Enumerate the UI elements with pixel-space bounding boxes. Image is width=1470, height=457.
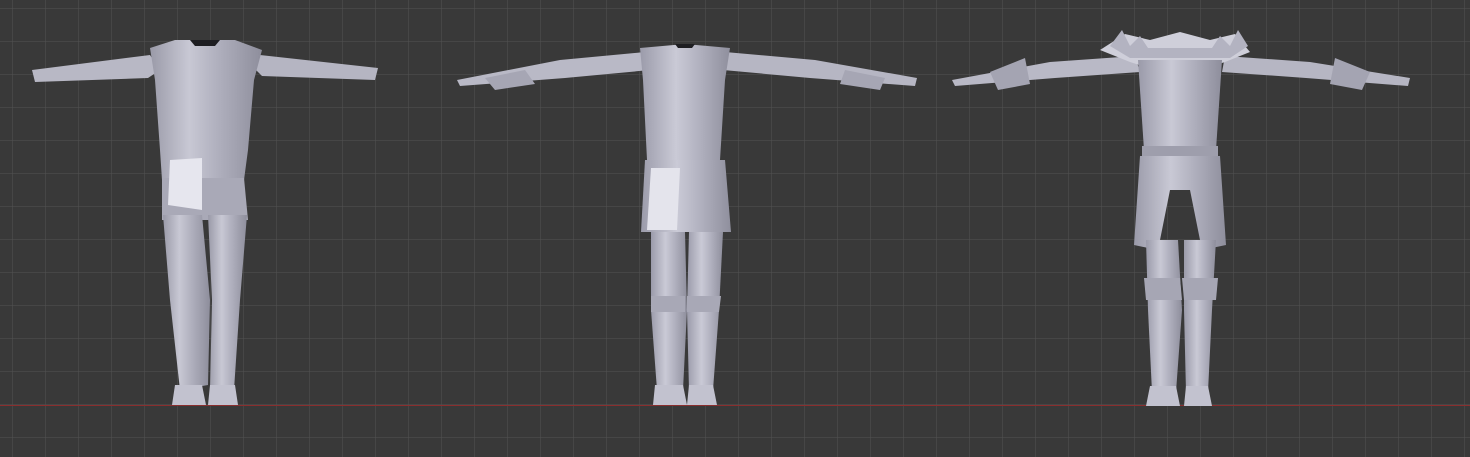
neck-opening [675, 44, 695, 48]
left-gauntlet [990, 58, 1030, 90]
torso-armor [1138, 60, 1222, 150]
left-leg [163, 215, 210, 390]
right-foot [208, 385, 238, 405]
left-arm [457, 52, 650, 86]
model-base-body[interactable] [30, 0, 380, 410]
right-foot [1184, 386, 1212, 406]
torso [640, 44, 730, 160]
model-armored-body[interactable] [950, 0, 1415, 410]
3d-viewport[interactable] [0, 0, 1470, 457]
model-tunic-body[interactable] [455, 0, 920, 410]
hip-highlight [168, 158, 202, 210]
left-arm [32, 55, 160, 82]
right-knee-guard [1182, 278, 1218, 300]
right-gauntlet [1330, 58, 1370, 90]
tunic-highlight [647, 168, 680, 230]
left-foot [653, 385, 687, 405]
left-foot [1146, 386, 1180, 406]
belt [1142, 146, 1218, 156]
right-arm [1222, 56, 1410, 86]
right-leg [1184, 240, 1216, 392]
neck-opening [190, 40, 220, 46]
right-foot [687, 385, 717, 405]
right-arm [252, 55, 378, 80]
left-boot-cuff [651, 296, 685, 312]
left-leg [1146, 240, 1182, 392]
torso [150, 40, 262, 180]
right-boot-cuff [687, 296, 721, 312]
right-leg [208, 215, 247, 390]
right-arm [723, 52, 917, 86]
tassets [1134, 156, 1226, 250]
left-arm [952, 56, 1140, 86]
left-foot [172, 385, 206, 405]
left-knee-guard [1144, 278, 1182, 300]
